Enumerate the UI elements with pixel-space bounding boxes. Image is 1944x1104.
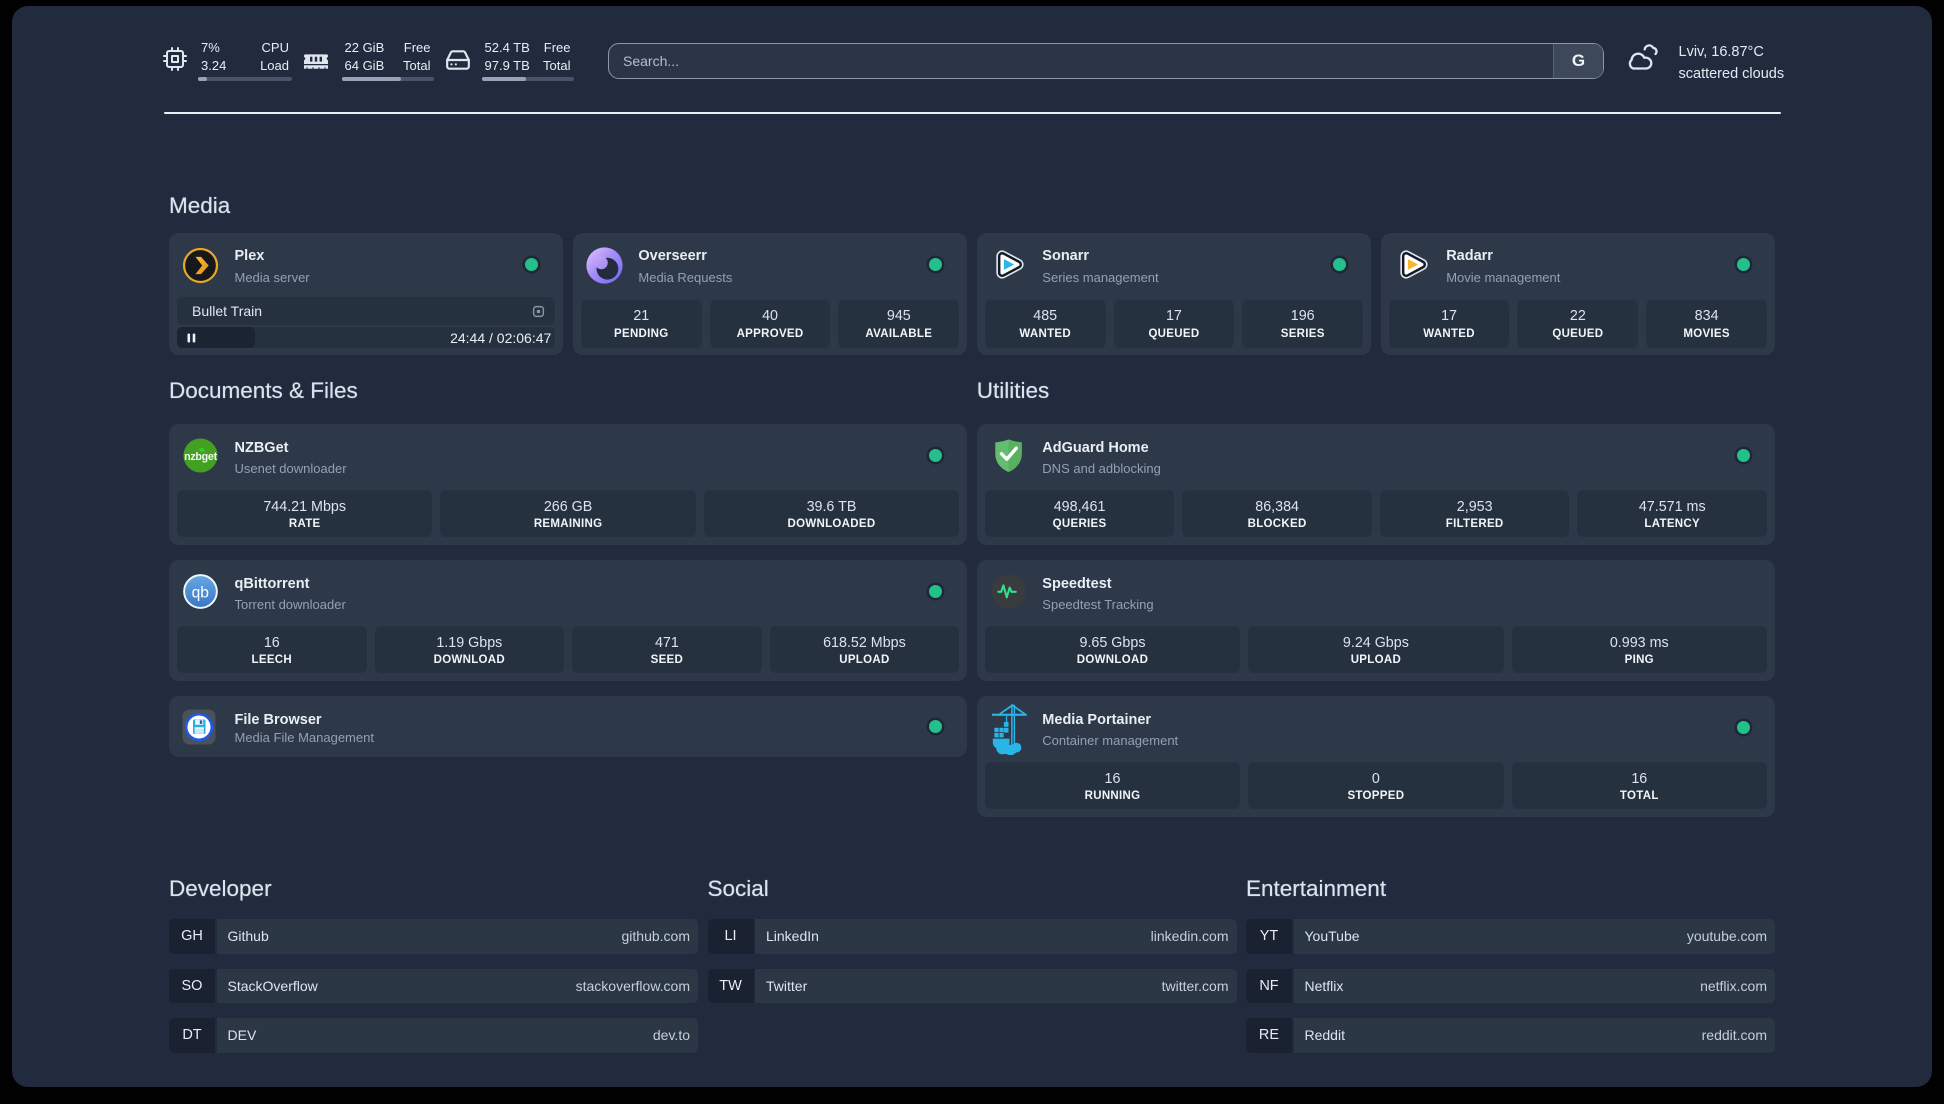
svg-text:qb: qb [192,584,209,601]
svg-text:nzbget: nzbget [184,451,217,463]
